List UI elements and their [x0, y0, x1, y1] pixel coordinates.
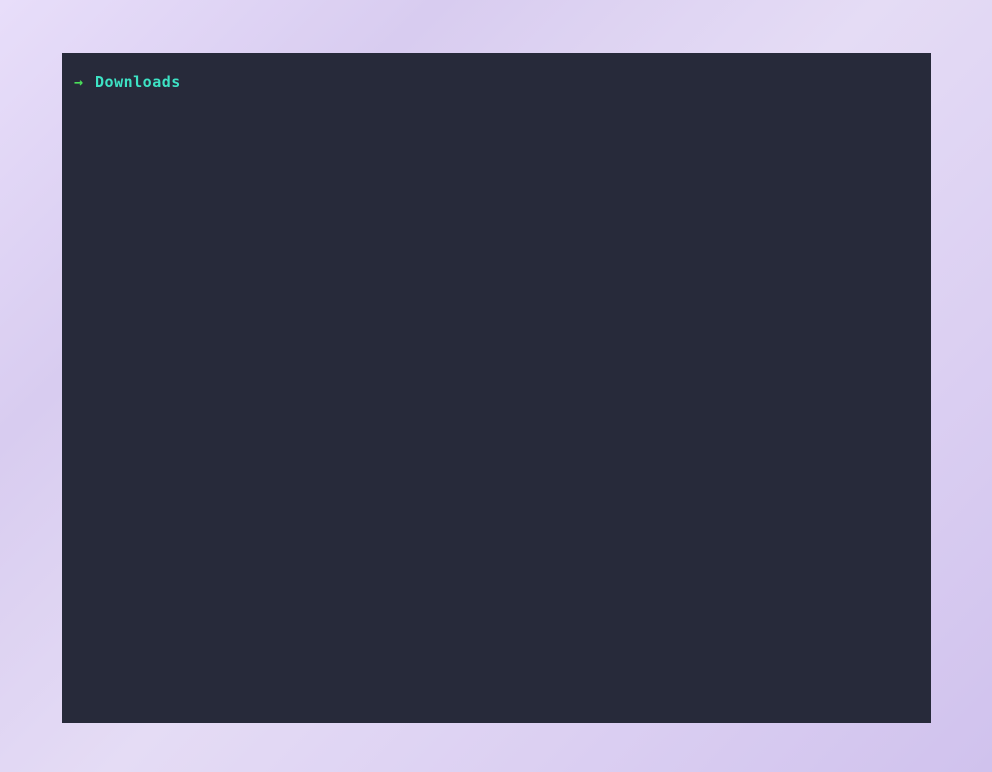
terminal-window[interactable]: → Downloads — [62, 53, 931, 723]
prompt-arrow-icon: → — [74, 71, 83, 94]
current-directory: Downloads — [95, 71, 181, 94]
prompt-line: → Downloads — [74, 71, 919, 94]
